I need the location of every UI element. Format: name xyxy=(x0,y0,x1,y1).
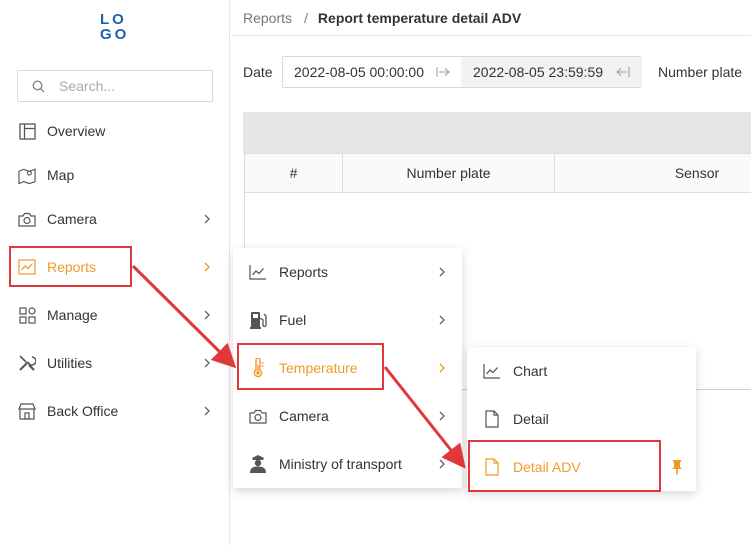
breadcrumb-separator: / xyxy=(304,9,308,26)
menu-item-label: Chart xyxy=(513,363,548,379)
filter-bar: Date 2022-08-05 00:00:00 2022-08-05 23:5… xyxy=(231,56,751,88)
column-header-sensor[interactable]: Sensor xyxy=(555,154,751,192)
menu-item-temperature[interactable]: Temperature xyxy=(233,344,462,392)
sidebar: LO GO Overview Map Camera Reports xyxy=(0,0,230,545)
column-header-index[interactable]: # xyxy=(244,154,343,192)
sidebar-item-manage[interactable]: Manage xyxy=(0,295,229,335)
line-chart-icon xyxy=(18,258,36,276)
logo[interactable]: LO GO xyxy=(100,12,130,44)
grid-icon xyxy=(18,306,36,324)
menu-item-label: Temperature xyxy=(279,360,358,376)
logo-line-2: GO xyxy=(100,26,130,43)
chevron-right-icon xyxy=(202,262,212,272)
menu-item-detail[interactable]: Detail xyxy=(467,395,696,443)
menu-item-ministry-of-transport[interactable]: Ministry of transport xyxy=(233,440,462,488)
chevron-right-icon xyxy=(437,459,447,469)
fuel-pump-icon xyxy=(249,311,267,329)
map-icon xyxy=(18,166,36,184)
search-input[interactable] xyxy=(59,78,199,94)
camera-icon xyxy=(249,407,267,425)
logo-line-1: LO xyxy=(100,11,127,28)
table-header: # Number plate Sensor xyxy=(244,153,751,193)
start-date-input[interactable]: 2022-08-05 00:00:00 xyxy=(294,64,424,80)
menu-item-camera[interactable]: Camera xyxy=(233,392,462,440)
sidebar-item-reports[interactable]: Reports xyxy=(0,247,229,287)
sidebar-item-back-office[interactable]: Back Office xyxy=(0,391,229,431)
chevron-right-icon xyxy=(202,406,212,416)
search-icon xyxy=(32,79,45,92)
sidebar-item-label: Camera xyxy=(47,211,97,227)
sidebar-item-label: Manage xyxy=(47,307,98,323)
menu-item-detail-adv[interactable]: Detail ADV xyxy=(467,443,696,491)
chevron-right-icon xyxy=(437,267,447,277)
chevron-right-icon xyxy=(437,363,447,373)
menu-item-label: Camera xyxy=(279,408,329,424)
chevron-right-icon xyxy=(437,411,447,421)
sidebar-item-label: Map xyxy=(47,167,75,183)
reports-submenu: Reports Fuel Temperature Camera Ministry… xyxy=(233,248,462,488)
shop-icon xyxy=(18,402,36,420)
menu-item-fuel[interactable]: Fuel xyxy=(233,296,462,344)
sidebar-item-label: Reports xyxy=(47,259,97,275)
breadcrumb: Reports / Report temperature detail ADV xyxy=(231,0,751,36)
sidebar-item-label: Overview xyxy=(47,123,106,139)
chevron-right-icon xyxy=(202,310,212,320)
number-plate-label: Number plate xyxy=(658,64,743,80)
file-icon xyxy=(483,410,501,428)
tools-icon xyxy=(18,354,36,372)
temperature-submenu: Chart Detail Detail ADV xyxy=(467,347,696,491)
layout-icon xyxy=(18,122,36,140)
search-box xyxy=(17,70,213,102)
sidebar-item-camera[interactable]: Camera xyxy=(0,199,229,239)
menu-item-reports[interactable]: Reports xyxy=(233,248,462,296)
column-header-number-plate[interactable]: Number plate xyxy=(343,154,555,192)
pin-icon[interactable] xyxy=(670,458,684,476)
menu-item-label: Reports xyxy=(279,264,329,280)
sidebar-item-map[interactable]: Map xyxy=(0,155,229,195)
arrow-right-icon xyxy=(436,67,450,77)
chevron-right-icon xyxy=(437,315,447,325)
menu-item-label: Detail ADV xyxy=(513,459,581,475)
line-chart-icon xyxy=(483,362,501,380)
menu-item-label: Fuel xyxy=(279,312,307,328)
officer-icon xyxy=(249,455,267,473)
sidebar-item-label: Utilities xyxy=(47,355,93,371)
page-title: Report temperature detail ADV xyxy=(317,9,522,26)
line-chart-icon xyxy=(249,263,267,281)
menu-item-chart[interactable]: Chart xyxy=(467,347,696,395)
sidebar-item-label: Back Office xyxy=(47,403,119,419)
table-toolbar xyxy=(243,112,751,153)
breadcrumb-reports-link[interactable]: Reports xyxy=(243,10,292,26)
camera-icon xyxy=(18,210,36,228)
thermometer-icon xyxy=(249,358,267,378)
date-range-picker[interactable]: 2022-08-05 00:00:00 2022-08-05 23:59:59 xyxy=(282,56,642,88)
end-date-input[interactable]: 2022-08-05 23:59:59 xyxy=(473,64,603,80)
menu-item-label: Ministry of transport xyxy=(279,456,402,472)
menu-item-label: Detail xyxy=(513,411,549,427)
chevron-right-icon xyxy=(202,358,212,368)
date-label: Date xyxy=(243,64,273,80)
file-icon xyxy=(483,458,501,476)
sidebar-item-overview[interactable]: Overview xyxy=(0,111,229,151)
sidebar-item-utilities[interactable]: Utilities xyxy=(0,343,229,383)
chevron-right-icon xyxy=(202,214,212,224)
arrow-to-end-icon xyxy=(616,67,630,77)
